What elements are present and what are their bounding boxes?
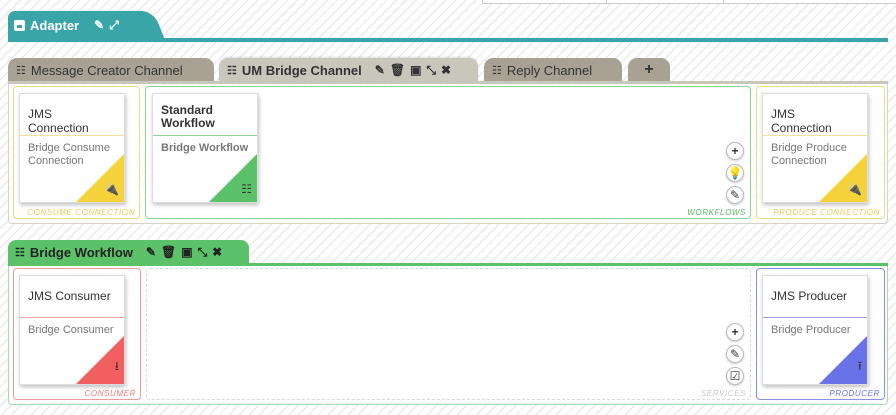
adapter-icon — [14, 19, 25, 31]
services-zone: + ✎ ☑ SERVICES — [146, 268, 751, 400]
workflow-icon: ☷ — [15, 247, 25, 259]
zone-label: PRODUCE CONNECTION — [773, 208, 880, 217]
standard-workflow-card[interactable]: Standard Workflow Bridge Workflow ☷ — [152, 93, 258, 203]
zone-label: PRODUCER — [829, 389, 880, 398]
toolbar-separator — [606, 0, 607, 4]
jms-producer-card[interactable]: JMS Producer Bridge Producer ⭱ — [762, 275, 868, 385]
add-service-button[interactable]: + — [726, 323, 744, 341]
workflow-icon: ☷ — [241, 182, 252, 196]
zone-label: WORKFLOWS — [687, 208, 746, 217]
trash-icon[interactable]: 🗑 — [390, 63, 405, 78]
card-subtitle: Bridge Produce Connection — [771, 142, 847, 167]
tab-reply-channel[interactable]: ☷ Reply Channel — [484, 58, 622, 82]
upload-icon: ⭱ — [857, 359, 862, 373]
lightbulb-button[interactable]: 💡 — [726, 164, 744, 182]
edit-service-button[interactable]: ✎ — [726, 345, 744, 363]
toolbar-separator — [723, 0, 724, 4]
checkbox-button[interactable]: ☑ — [726, 367, 744, 385]
plug-icon: 🔌 — [847, 182, 862, 196]
channel-icon: ☷ — [492, 64, 502, 77]
edit-icon[interactable]: ✎ — [94, 18, 104, 32]
add-workflow-button[interactable]: + — [726, 142, 744, 160]
card-title: JMS Producer — [763, 276, 867, 318]
tab-message-creator-channel[interactable]: ☷ Message Creator Channel — [8, 58, 214, 82]
edit-workflow-button[interactable]: ✎ — [726, 186, 744, 204]
workflows-zone: Standard Workflow Bridge Workflow ☷ + 💡 … — [145, 86, 751, 219]
zone-label: CONSUMER — [84, 389, 136, 398]
produce-connection-zone: JMS Connection Bridge Produce Connection… — [756, 86, 885, 219]
compress-icon[interactable]: ⤡ — [198, 245, 208, 260]
card-subtitle: Bridge Consume Connection — [28, 142, 110, 167]
tab-label: UM Bridge Channel — [241, 62, 362, 78]
producer-zone: JMS Producer Bridge Producer ⭱ PRODUCER — [756, 268, 885, 400]
card-subtitle: Bridge Consumer — [28, 324, 114, 336]
compress-icon[interactable]: ⤡ — [426, 63, 436, 78]
consume-connection-zone: JMS Connection Bridge Consume Connection… — [13, 86, 140, 219]
zone-label: SERVICES — [700, 389, 746, 398]
add-icon: + — [644, 61, 654, 78]
consume-connection-card[interactable]: JMS Connection Bridge Consume Connection… — [19, 93, 125, 203]
channel-icon: ☷ — [16, 64, 26, 77]
channel-icon: ☷ — [227, 64, 237, 77]
expand-icon[interactable]: ⤢ — [109, 18, 119, 33]
plug-icon: 🔌 — [104, 182, 119, 196]
close-icon[interactable]: ✖ — [212, 245, 222, 260]
edit-icon[interactable]: ✎ — [375, 63, 385, 78]
adapter-tab[interactable]: Adapter ✎ ⤢ — [8, 11, 147, 39]
zone-label: CONSUME CONNECTION — [27, 208, 135, 217]
produce-connection-card[interactable]: JMS Connection Bridge Produce Connection… — [762, 93, 868, 203]
consumer-zone: JMS Consumer Bridge Consumer ⭳ CONSUMER — [13, 268, 141, 400]
download-icon: ⭳ — [114, 359, 119, 373]
trash-icon[interactable]: 🗑 — [161, 245, 176, 260]
edit-icon[interactable]: ✎ — [146, 245, 156, 260]
adapter-divider — [8, 38, 888, 42]
card-title: JMS Connection — [763, 94, 867, 136]
close-icon[interactable]: ✖ — [441, 63, 451, 78]
card-title: JMS Consumer — [20, 276, 124, 318]
image-icon[interactable]: ▣ — [181, 245, 192, 260]
card-subtitle: Bridge Producer — [771, 324, 851, 336]
top-toolbar-strip — [482, 0, 896, 4]
jms-consumer-card[interactable]: JMS Consumer Bridge Consumer ⭳ — [19, 275, 125, 385]
image-icon[interactable]: ▣ — [410, 63, 421, 78]
tab-label: Message Creator Channel — [30, 62, 183, 78]
card-title: Standard Workflow — [153, 94, 257, 136]
workflow-tab-label: Bridge Workflow — [29, 245, 133, 260]
adapter-tab-label: Adapter — [30, 17, 80, 33]
bridge-workflow-tab[interactable]: ☷ Bridge Workflow ✎ 🗑 ▣ ⤡ ✖ — [8, 240, 249, 265]
card-title: JMS Connection — [20, 94, 124, 136]
card-subtitle: Bridge Workflow — [161, 142, 249, 154]
add-channel-tab[interactable]: + — [628, 58, 670, 82]
tab-um-bridge-channel[interactable]: ☷ UM Bridge Channel ✎ 🗑 ▣ ⤡ ✖ — [219, 58, 478, 82]
tab-label: Reply Channel — [506, 62, 593, 78]
